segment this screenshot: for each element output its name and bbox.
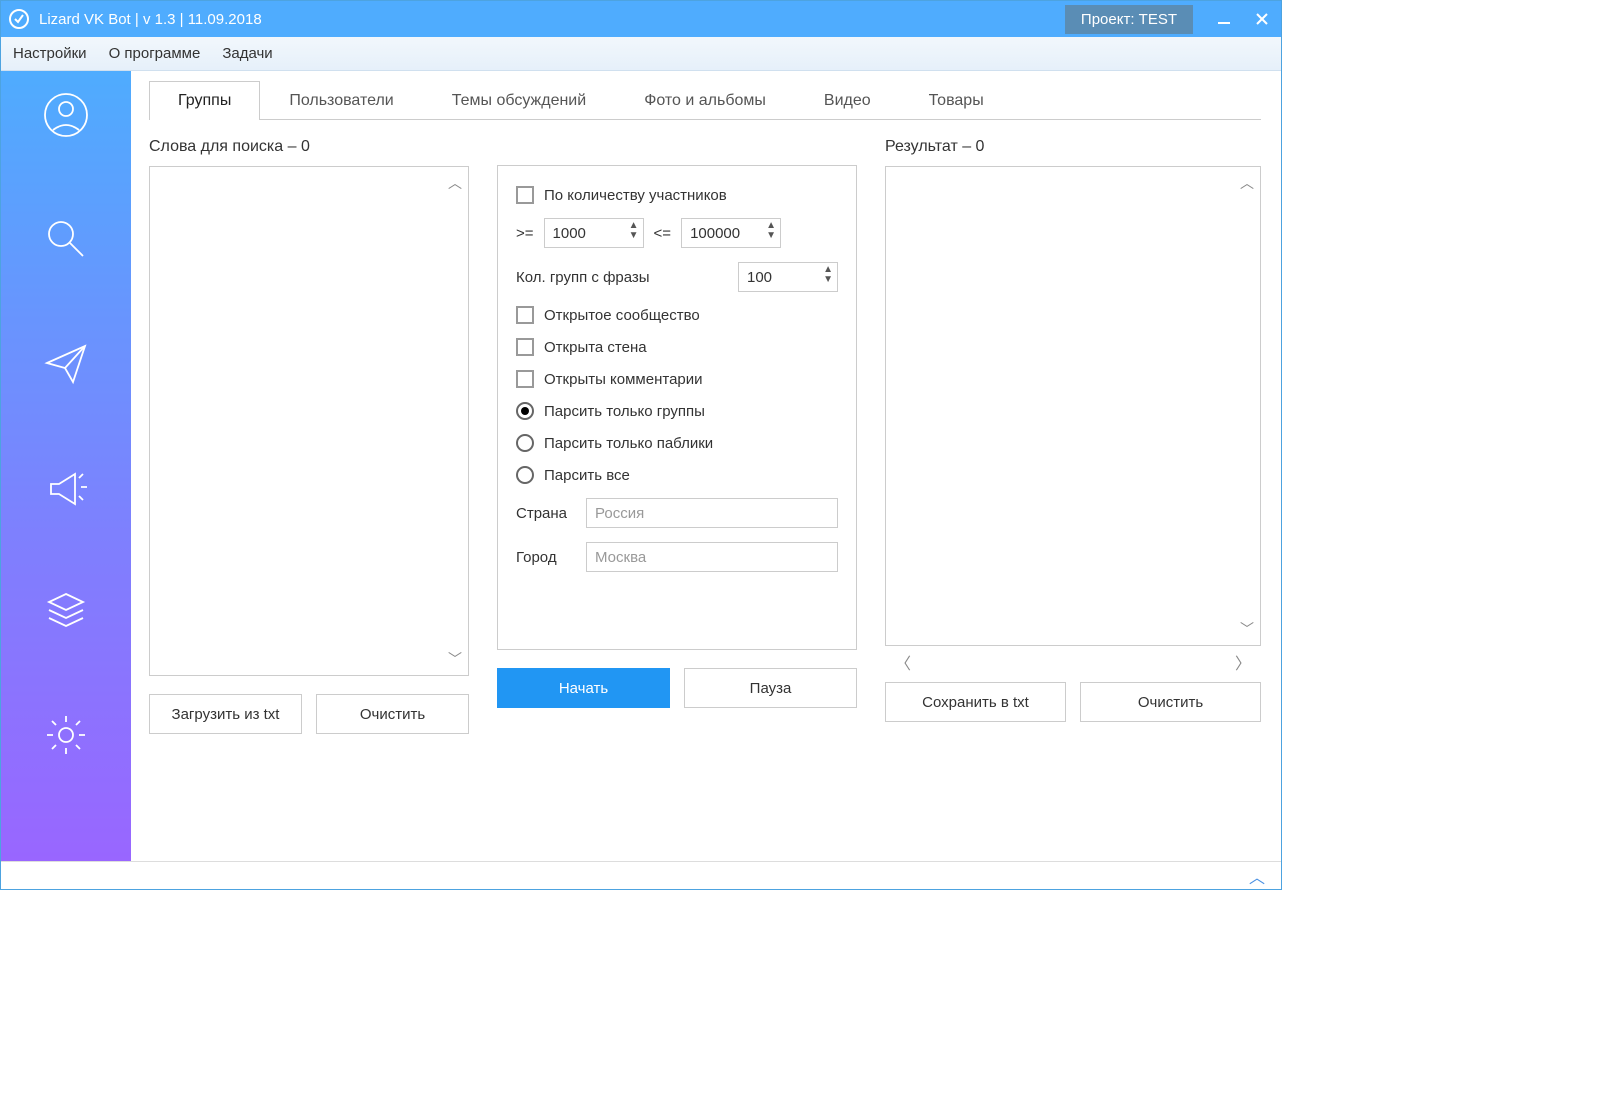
open-wall-label: Открыта стена — [544, 339, 647, 356]
groups-per-phrase-label: Кол. групп с фразы — [516, 269, 650, 286]
scroll-up-icon[interactable]: ︿ — [448, 173, 462, 193]
project-badge: Проект: TEST — [1065, 5, 1193, 34]
parse-groups-label: Парсить только группы — [544, 403, 705, 420]
by-members-checkbox[interactable] — [516, 186, 534, 204]
minimize-button[interactable] — [1205, 1, 1243, 37]
result-list[interactable]: ︿ ﹀ — [885, 166, 1261, 646]
open-wall-checkbox[interactable] — [516, 338, 534, 356]
menu-settings[interactable]: Настройки — [13, 45, 87, 62]
content: Группы Пользователи Темы обсуждений Фото… — [131, 71, 1281, 861]
window-title: Lizard VK Bot | v 1.3 | 11.09.2018 — [39, 11, 1065, 28]
result-hscroll[interactable]: 〈 〉 — [885, 646, 1261, 678]
settings-box: По количеству участников >= 1000 ▲▼ <= 1… — [497, 165, 857, 650]
tabs: Группы Пользователи Темы обсуждений Фото… — [149, 81, 1261, 120]
chevron-left-icon[interactable]: 〈 — [895, 650, 911, 674]
open-community-label: Открытое сообщество — [544, 307, 700, 324]
menubar: Настройки О программе Задачи — [1, 37, 1281, 71]
search-words-label: Слова для поиска – 0 — [149, 138, 469, 156]
lte-input[interactable]: 100000 ▲▼ — [681, 218, 781, 248]
filter-panel: По количеству участников >= 1000 ▲▼ <= 1… — [497, 138, 857, 734]
scroll-down-icon[interactable]: ﹀ — [1240, 619, 1254, 639]
parse-publics-label: Парсить только паблики — [544, 435, 713, 452]
clear-search-button[interactable]: Очистить — [316, 694, 469, 734]
titlebar: Lizard VK Bot | v 1.3 | 11.09.2018 Проек… — [1, 1, 1281, 37]
spinner-icon[interactable]: ▲▼ — [629, 221, 639, 241]
tab-discussions[interactable]: Темы обсуждений — [423, 81, 615, 120]
menu-about[interactable]: О программе — [109, 45, 201, 62]
chevron-up-icon[interactable]: ︿ — [1249, 864, 1265, 888]
parse-groups-radio[interactable] — [516, 402, 534, 420]
lte-label: <= — [654, 225, 672, 242]
country-label: Страна — [516, 505, 576, 522]
search-words-list[interactable]: ︿ ﹀ — [149, 166, 469, 676]
gte-label: >= — [516, 225, 534, 242]
spinner-icon[interactable]: ▲▼ — [823, 265, 833, 285]
statusbar: ︿ — [1, 861, 1281, 889]
open-comments-checkbox[interactable] — [516, 370, 534, 388]
open-comments-label: Открыты комментарии — [544, 371, 703, 388]
send-icon[interactable] — [40, 337, 92, 389]
scroll-up-icon[interactable]: ︿ — [1240, 173, 1254, 193]
tab-video[interactable]: Видео — [795, 81, 900, 120]
menu-tasks[interactable]: Задачи — [222, 45, 272, 62]
result-label: Результат – 0 — [885, 138, 1261, 156]
result-panel: Результат – 0 ︿ ﹀ 〈 〉 Сохранить в txt Оч… — [885, 138, 1261, 734]
start-button[interactable]: Начать — [497, 668, 670, 708]
spinner-icon[interactable]: ▲▼ — [766, 221, 776, 241]
open-community-checkbox[interactable] — [516, 306, 534, 324]
parse-all-label: Парсить все — [544, 467, 630, 484]
country-input[interactable] — [586, 498, 838, 528]
gte-input[interactable]: 1000 ▲▼ — [544, 218, 644, 248]
sidebar — [1, 71, 131, 861]
city-label: Город — [516, 549, 576, 566]
chevron-right-icon[interactable]: 〉 — [1235, 650, 1251, 674]
save-to-txt-button[interactable]: Сохранить в txt — [885, 682, 1066, 722]
tab-photos[interactable]: Фото и альбомы — [615, 81, 795, 120]
search-icon[interactable] — [40, 213, 92, 265]
load-from-txt-button[interactable]: Загрузить из txt — [149, 694, 302, 734]
body: Группы Пользователи Темы обсуждений Фото… — [1, 71, 1281, 861]
clear-result-button[interactable]: Очистить — [1080, 682, 1261, 722]
app-window: Lizard VK Bot | v 1.3 | 11.09.2018 Проек… — [0, 0, 1282, 890]
tab-groups[interactable]: Группы — [149, 81, 260, 120]
by-members-label: По количеству участников — [544, 187, 727, 204]
app-icon — [9, 9, 29, 29]
pause-button[interactable]: Пауза — [684, 668, 857, 708]
megaphone-icon[interactable] — [40, 461, 92, 513]
parse-all-radio[interactable] — [516, 466, 534, 484]
tab-products[interactable]: Товары — [900, 81, 1013, 120]
scroll-down-icon[interactable]: ﹀ — [448, 649, 462, 669]
close-button[interactable] — [1243, 1, 1281, 37]
tab-users[interactable]: Пользователи — [260, 81, 422, 120]
city-input[interactable] — [586, 542, 838, 572]
layers-icon[interactable] — [40, 585, 92, 637]
parse-publics-radio[interactable] — [516, 434, 534, 452]
gear-icon[interactable] — [40, 709, 92, 761]
panels: Слова для поиска – 0 ︿ ﹀ Загрузить из tx… — [149, 138, 1261, 734]
groups-per-phrase-input[interactable]: 100 ▲▼ — [738, 262, 838, 292]
search-words-panel: Слова для поиска – 0 ︿ ﹀ Загрузить из tx… — [149, 138, 469, 734]
user-icon[interactable] — [40, 89, 92, 141]
